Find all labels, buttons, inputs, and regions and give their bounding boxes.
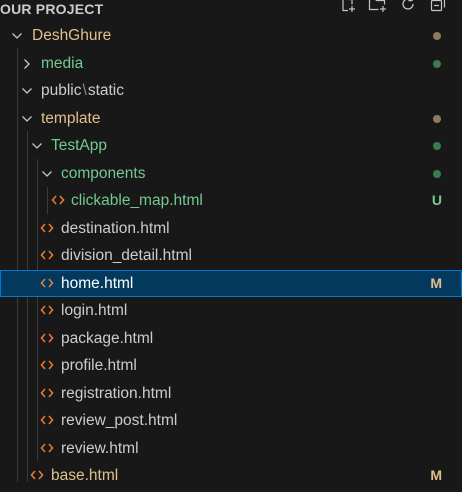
file-label: clickable_map.html	[71, 192, 203, 209]
untracked-badge: U	[431, 192, 442, 208]
folder-label-static: static	[87, 82, 124, 99]
html-file-icon	[40, 250, 54, 260]
file-label: profile.html	[61, 357, 137, 374]
html-file-icon	[40, 278, 54, 288]
tree-item-destination[interactable]: destination.html	[0, 215, 462, 242]
untracked-dot	[433, 170, 441, 178]
html-file-icon	[30, 470, 44, 480]
file-label: destination.html	[61, 220, 170, 237]
chevron-right-icon	[24, 59, 30, 69]
folder-label: components	[61, 165, 146, 182]
explorer-header[interactable]: OUR PROJECT	[0, 0, 462, 20]
chevron-down-icon	[22, 116, 32, 122]
chevron-down-icon	[12, 33, 22, 39]
folder-label: template	[41, 110, 101, 127]
tree-item-deshghure[interactable]: DeshGhure	[0, 22, 462, 49]
html-file-icon	[40, 388, 54, 398]
tree-item-home[interactable]: home.html M	[0, 270, 462, 297]
html-file-icon	[40, 443, 54, 453]
file-label: review.html	[61, 440, 139, 457]
file-label: registration.html	[61, 385, 172, 402]
folder-label: public\static	[41, 77, 124, 104]
tree-item-public-static[interactable]: public\static	[0, 77, 462, 104]
html-file-icon	[40, 333, 54, 343]
file-label: division_detail.html	[61, 247, 192, 264]
tree-item-media[interactable]: media	[0, 50, 462, 77]
tree-item-template[interactable]: template	[0, 105, 462, 132]
tree-item-clickable-map[interactable]: clickable_map.html U	[0, 187, 462, 214]
html-file-icon	[40, 415, 54, 425]
modified-dot	[433, 115, 441, 123]
explorer-actions	[338, 0, 448, 14]
tree-item-testapp[interactable]: TestApp	[0, 132, 462, 159]
tree-item-division-detail[interactable]: division_detail.html	[0, 242, 462, 269]
html-file-icon	[40, 305, 54, 315]
tree-item-base[interactable]: base.html M	[0, 462, 462, 489]
file-label: review_post.html	[61, 412, 178, 429]
untracked-dot	[433, 142, 441, 150]
new-folder-icon[interactable]	[368, 0, 388, 14]
modified-badge: M	[430, 467, 442, 483]
new-file-icon[interactable]	[338, 0, 358, 14]
tree-item-review[interactable]: review.html	[0, 435, 462, 462]
folder-label: TestApp	[51, 137, 108, 154]
file-label: package.html	[61, 330, 154, 347]
file-label: base.html	[51, 467, 119, 484]
tree-item-registration[interactable]: registration.html	[0, 380, 462, 407]
explorer-panel: OUR PROJECT DeshGhure media public\stati…	[0, 0, 462, 492]
chevron-down-icon	[32, 143, 42, 149]
modified-badge: M	[430, 275, 442, 291]
untracked-dot	[433, 60, 441, 68]
modified-dot	[433, 32, 441, 40]
tree-item-components[interactable]: components	[0, 160, 462, 187]
folder-label: DeshGhure	[32, 27, 112, 44]
tree-item-profile[interactable]: profile.html	[0, 352, 462, 379]
chevron-down-icon	[22, 88, 32, 94]
chevron-down-icon	[42, 171, 52, 177]
html-file-icon	[40, 360, 54, 370]
file-label: home.html	[61, 275, 134, 292]
html-file-icon	[51, 195, 65, 205]
folder-label-public: public	[41, 82, 82, 99]
html-file-icon	[40, 223, 54, 233]
tree-item-package[interactable]: package.html	[0, 325, 462, 352]
refresh-icon[interactable]	[398, 0, 418, 14]
file-label: login.html	[61, 302, 128, 319]
folder-label: media	[41, 55, 84, 72]
tree-item-login[interactable]: login.html	[0, 297, 462, 324]
collapse-all-icon[interactable]	[428, 0, 448, 14]
project-title[interactable]: OUR PROJECT	[0, 1, 103, 17]
tree-item-review-post[interactable]: review_post.html	[0, 407, 462, 434]
